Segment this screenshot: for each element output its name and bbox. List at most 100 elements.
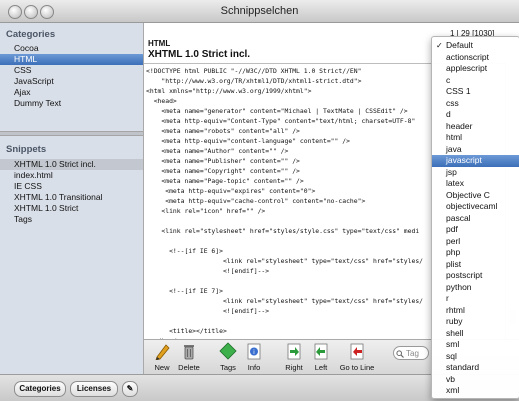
language-menu-item[interactable]: postscript	[432, 270, 519, 282]
language-menu-item[interactable]: d	[432, 109, 519, 121]
zoom-window-button[interactable]	[40, 5, 54, 19]
pencil-icon	[153, 342, 171, 361]
language-menu-item-label: jsp	[446, 166, 457, 177]
language-menu-item-selected[interactable]: javascript	[432, 155, 519, 167]
language-menu-item-label: standard	[446, 362, 480, 372]
snippet-language: HTML	[148, 39, 171, 48]
sidebar-splitter[interactable]	[0, 131, 143, 136]
language-menu-item[interactable]: applescript	[432, 63, 519, 75]
window-title: Schnippselchen	[220, 5, 299, 17]
category-item[interactable]: Ajax	[0, 87, 143, 98]
code-line: "http://www.w3.org/TR/xhtml1/DTD/xhtml1-…	[146, 77, 362, 85]
language-menu-item[interactable]: pdf	[432, 224, 519, 236]
code-line: <meta http-equiv="cache-control" content…	[146, 197, 366, 205]
language-popup-menu[interactable]: ✓ Default actionscript applescript c CSS 1 css…	[431, 36, 519, 399]
language-menu-item[interactable]: shell	[432, 328, 519, 340]
delete-button[interactable]: Delete	[175, 342, 203, 372]
language-menu-item[interactable]: python	[432, 282, 519, 294]
search-placeholder: Tag	[406, 349, 419, 358]
category-item[interactable]: Dummy Text	[0, 98, 143, 109]
language-menu-item[interactable]: vb	[432, 374, 519, 386]
language-menu-item[interactable]: header	[432, 121, 519, 133]
language-menu-item[interactable]: css	[432, 98, 519, 110]
new-button[interactable]: New	[150, 342, 174, 372]
language-menu-item[interactable]: ✓ Default	[432, 40, 519, 52]
language-menu-item-label: d	[446, 109, 451, 119]
arrow-right-icon	[285, 342, 303, 360]
snippets-header: Snippets	[6, 144, 47, 155]
code-line: <link rel="stylesheet" type="text/css" h…	[146, 297, 424, 305]
language-menu-item-label: javascript	[446, 155, 482, 165]
close-window-button[interactable]	[8, 5, 22, 19]
tags-button[interactable]: Tags	[217, 342, 239, 372]
code-line: <link rel="stylesheet" href="styles/styl…	[146, 227, 420, 235]
language-menu-item[interactable]: sql	[432, 351, 519, 363]
code-line: <html xmlns="http://www.w3.org/1999/xhtm…	[146, 87, 312, 95]
language-menu-item[interactable]: jsp	[432, 167, 519, 179]
snippet-item[interactable]: XHTML 1.0 Transitional	[0, 192, 143, 203]
language-menu-item[interactable]: Objective C	[432, 190, 519, 202]
snippet-item[interactable]: index.html	[0, 170, 143, 181]
code-line: <meta name="Publisher" content="" />	[146, 157, 300, 165]
language-menu-item[interactable]: c	[432, 75, 519, 87]
language-menu-item-label: CSS 1	[446, 86, 471, 96]
go-to-line-icon	[348, 342, 366, 360]
language-menu-item-label: objectivecaml	[446, 201, 498, 211]
language-menu-item[interactable]: CSS 1	[432, 86, 519, 98]
language-menu-item-label: ruby	[446, 316, 463, 326]
language-menu-item[interactable]: standard	[432, 362, 519, 374]
language-menu-item[interactable]: java	[432, 144, 519, 156]
language-menu-item-label: html	[446, 132, 463, 142]
language-menu-item[interactable]: rhtml	[432, 305, 519, 317]
tag-search-field[interactable]: Tag	[393, 346, 429, 360]
language-menu-item[interactable]: actionscript	[432, 52, 519, 64]
language-menu-item-label: postscript	[446, 270, 483, 280]
minimize-window-button[interactable]	[24, 5, 38, 19]
tags-label: Tags	[220, 363, 236, 372]
info-document-icon: i	[245, 342, 263, 360]
language-menu-item[interactable]: r	[432, 293, 519, 305]
edit-button[interactable]: ✎	[122, 381, 138, 397]
snippet-item[interactable]: IE CSS	[0, 181, 143, 192]
language-menu-item-label: vb	[446, 373, 455, 384]
language-menu-item[interactable]: pascal	[432, 213, 519, 225]
language-menu-item[interactable]: html	[432, 132, 519, 144]
snippet-title[interactable]: XHTML 1.0 Strict incl.	[148, 49, 250, 60]
info-button[interactable]: i Info	[244, 342, 264, 372]
language-menu-item[interactable]: objectivecaml	[432, 201, 519, 213]
language-menu-item[interactable]: ruby	[432, 316, 519, 328]
language-menu-item[interactable]: perl	[432, 236, 519, 248]
snippet-item[interactable]: Tags	[0, 214, 143, 225]
language-menu-item-label: python	[446, 281, 472, 292]
language-menu-item-label: plist	[446, 258, 462, 269]
indent-right-button[interactable]: Right	[283, 342, 305, 372]
category-item[interactable]: CSS	[0, 65, 143, 76]
code-line: <link rel="icon" href="" />	[146, 207, 266, 215]
category-item[interactable]: JavaScript	[0, 76, 143, 87]
language-menu-item-label: actionscript	[446, 51, 489, 62]
category-item-selected[interactable]: HTML	[0, 54, 143, 65]
snippet-item[interactable]: XHTML 1.0 Strict	[0, 203, 143, 214]
snippets-list: XHTML 1.0 Strict incl. index.html IE CSS…	[0, 159, 143, 225]
language-menu-item[interactable]: xml	[432, 385, 519, 397]
indent-left-button[interactable]: Left	[310, 342, 332, 372]
category-item[interactable]: Cocoa	[0, 43, 143, 54]
title-bar: Schnippselchen	[0, 0, 519, 23]
language-menu-item[interactable]: plist	[432, 259, 519, 271]
code-line: <!--[if IE 7]>	[146, 287, 223, 295]
right-label: Right	[285, 363, 303, 372]
language-menu-item-label: sql	[446, 350, 457, 361]
licenses-button[interactable]: Licenses	[70, 381, 118, 397]
language-menu-item[interactable]: sml	[432, 339, 519, 351]
categories-button[interactable]: Categories	[14, 381, 66, 397]
code-line: <![endif]-->	[146, 307, 270, 315]
language-menu-item[interactable]: latex	[432, 178, 519, 190]
language-menu-item-label: xml	[446, 385, 460, 395]
language-menu-item-label: latex	[446, 178, 464, 188]
language-menu-item-label: php	[446, 247, 461, 257]
language-menu-item[interactable]: php	[432, 247, 519, 259]
go-to-line-button[interactable]: Go to Line	[337, 342, 377, 372]
info-label: Info	[247, 363, 261, 372]
snippet-item-selected[interactable]: XHTML 1.0 Strict incl.	[0, 159, 143, 170]
code-line: <meta http-equiv="expires" content="0">	[146, 187, 316, 195]
